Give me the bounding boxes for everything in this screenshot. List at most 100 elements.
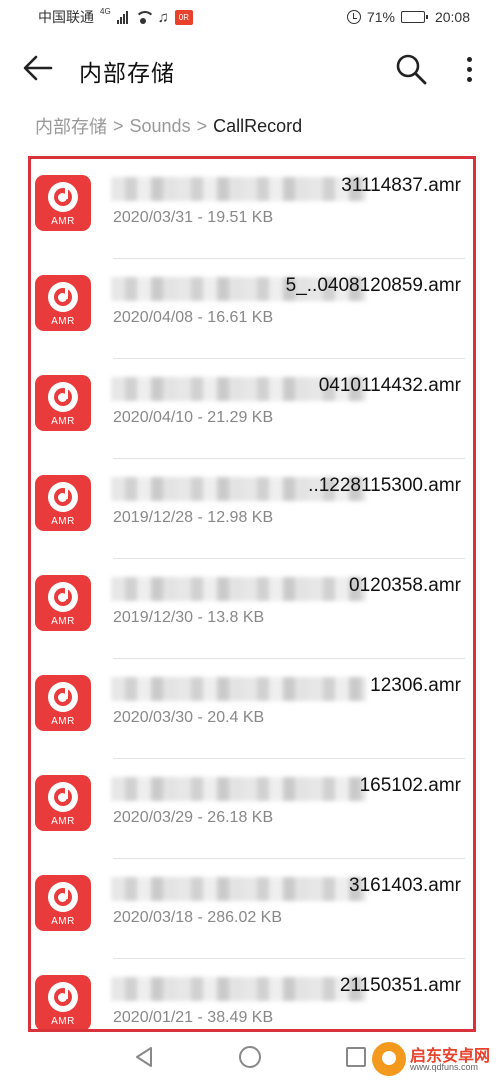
amr-file-icon: AMR xyxy=(35,475,91,531)
status-left: 中国联通 4G ♫ 0R xyxy=(38,7,193,27)
file-type-label: AMR xyxy=(51,816,75,827)
status-bar: 中国联通 4G ♫ 0R 71% 20:08 xyxy=(0,0,500,34)
circle-home-icon[interactable] xyxy=(239,1046,261,1068)
file-type-label: AMR xyxy=(51,616,75,627)
redacted-text xyxy=(111,777,366,801)
file-type-label: AMR xyxy=(51,516,75,527)
file-meta: 2019/12/30 - 13.8 KB xyxy=(113,609,265,626)
watermark-url: www.qdfuns.com xyxy=(410,1062,479,1072)
file-name: 5_..0408120859.amr xyxy=(111,275,461,303)
music-disc-icon xyxy=(48,882,78,912)
watermark-logo-icon xyxy=(372,1042,406,1076)
file-list: AMR 31114837.amr 2020/03/31 - 19.51 KB A… xyxy=(28,156,476,1032)
file-type-label: AMR xyxy=(51,1016,75,1027)
file-name-suffix: ..1228115300.amr xyxy=(308,475,461,496)
more-vertical-icon xyxy=(466,56,472,62)
file-row[interactable]: AMR 21150351.amr 2020/01/21 - 38.49 KB xyxy=(31,959,473,1029)
back-button[interactable] xyxy=(20,50,56,86)
network-type: 4G xyxy=(100,7,111,16)
chevron-right-icon: > xyxy=(113,115,124,136)
redacted-text xyxy=(111,577,366,601)
file-name: 3161403.amr xyxy=(111,875,461,903)
file-name: 165102.amr xyxy=(111,775,461,803)
file-meta: 2020/01/21 - 38.49 KB xyxy=(113,1009,274,1026)
music-note-icon: ♫ xyxy=(157,8,169,26)
file-meta: 2020/03/18 - 286.02 KB xyxy=(113,909,283,926)
file-name-suffix: 3161403.amr xyxy=(349,875,461,896)
file-name-suffix: 0410114432.amr xyxy=(318,375,461,396)
amr-file-icon: AMR xyxy=(35,575,91,631)
breadcrumb-sounds[interactable]: Sounds xyxy=(130,116,191,137)
file-name-suffix: 21150351.amr xyxy=(339,975,461,996)
redacted-text xyxy=(111,877,366,901)
music-disc-icon xyxy=(48,582,78,612)
chevron-right-icon: > xyxy=(196,115,208,136)
carrier-label: 中国联通 xyxy=(38,9,94,25)
music-disc-icon xyxy=(48,682,78,712)
amr-file-icon: AMR xyxy=(35,675,91,731)
arrow-left-icon xyxy=(23,55,53,81)
triangle-back-icon[interactable] xyxy=(133,1046,155,1068)
amr-file-icon: AMR xyxy=(35,375,91,431)
breadcrumb-callrecord: CallRecord xyxy=(213,115,303,136)
redacted-text xyxy=(111,977,366,1001)
file-row[interactable]: AMR 165102.amr 2020/03/29 - 26.18 KB xyxy=(31,759,473,859)
signal-icon xyxy=(116,10,128,24)
file-type-label: AMR xyxy=(51,316,75,327)
file-row[interactable]: AMR 31114837.amr 2020/03/31 - 19.51 KB xyxy=(31,159,473,259)
file-name: ..1228115300.amr xyxy=(111,475,461,503)
file-meta: 2020/04/10 - 21.29 KB xyxy=(113,409,274,426)
more-vertical-icon-dot xyxy=(466,76,472,82)
file-meta: 2020/03/29 - 26.18 KB xyxy=(113,809,274,826)
breadcrumb-internal-storage[interactable]: 内部存储 xyxy=(35,113,107,139)
file-name-suffix: 0120358.amr xyxy=(349,575,461,596)
clock: 20:08 xyxy=(434,9,470,25)
file-row[interactable]: AMR 0410114432.amr 2020/04/10 - 21.29 KB xyxy=(31,359,473,459)
file-row[interactable]: AMR 5_..0408120859.amr 2020/04/08 - 16.6… xyxy=(31,259,473,359)
music-disc-icon xyxy=(48,282,78,312)
file-name: 0120358.amr xyxy=(111,575,461,603)
site-watermark: 启东安卓网 www.qdfuns.com xyxy=(372,1040,496,1080)
amr-file-icon: AMR xyxy=(35,175,91,231)
music-disc-icon xyxy=(48,782,78,812)
alarm-icon xyxy=(346,10,361,24)
more-vertical-icon-dot xyxy=(466,66,472,72)
file-name: 0410114432.amr xyxy=(111,375,461,403)
file-meta: 2019/12/28 - 12.98 KB xyxy=(113,509,274,526)
amr-file-icon: AMR xyxy=(35,975,91,1029)
file-type-label: AMR xyxy=(51,416,75,427)
file-type-label: AMR xyxy=(51,216,75,227)
amr-file-icon: AMR xyxy=(35,775,91,831)
file-name: 21150351.amr xyxy=(111,975,461,1003)
file-name-suffix: 165102.amr xyxy=(359,775,461,796)
file-name-suffix: 12306.amr xyxy=(370,675,461,696)
breadcrumb: 内部存储 > Sounds > CallRecord xyxy=(35,112,302,140)
status-right: 71% 20:08 xyxy=(346,9,470,25)
page-title: 内部存储 xyxy=(79,60,175,86)
app-bar: 内部存储 xyxy=(0,34,500,104)
search-button[interactable] xyxy=(392,50,430,88)
file-row[interactable]: AMR 0120358.amr 2019/12/30 - 13.8 KB xyxy=(31,559,473,659)
redacted-text xyxy=(111,677,366,701)
music-disc-icon xyxy=(48,982,78,1012)
amr-file-icon: AMR xyxy=(35,875,91,931)
music-disc-icon xyxy=(48,182,78,212)
battery-percent: 71% xyxy=(366,9,395,25)
file-row[interactable]: AMR 12306.amr 2020/03/30 - 20.4 KB xyxy=(31,659,473,759)
file-name-suffix: 31114837.amr xyxy=(341,175,461,196)
file-row[interactable]: AMR 3161403.amr 2020/03/18 - 286.02 KB xyxy=(31,859,473,959)
file-name-suffix: 5_..0408120859.amr xyxy=(285,275,461,296)
redacted-text xyxy=(111,177,366,201)
square-recent-icon[interactable] xyxy=(346,1047,366,1067)
file-name: 12306.amr xyxy=(111,675,461,703)
amr-file-icon: AMR xyxy=(35,275,91,331)
search-icon xyxy=(396,54,427,85)
file-row[interactable]: AMR ..1228115300.amr 2019/12/28 - 12.98 … xyxy=(31,459,473,559)
music-disc-icon xyxy=(48,382,78,412)
file-type-label: AMR xyxy=(51,716,75,727)
file-meta: 2020/03/31 - 19.51 KB xyxy=(113,209,274,226)
wifi-icon xyxy=(134,10,152,24)
file-meta: 2020/04/08 - 16.61 KB xyxy=(113,309,274,326)
more-options-button[interactable] xyxy=(455,50,483,88)
app-notification-icon: 0R xyxy=(174,9,193,25)
